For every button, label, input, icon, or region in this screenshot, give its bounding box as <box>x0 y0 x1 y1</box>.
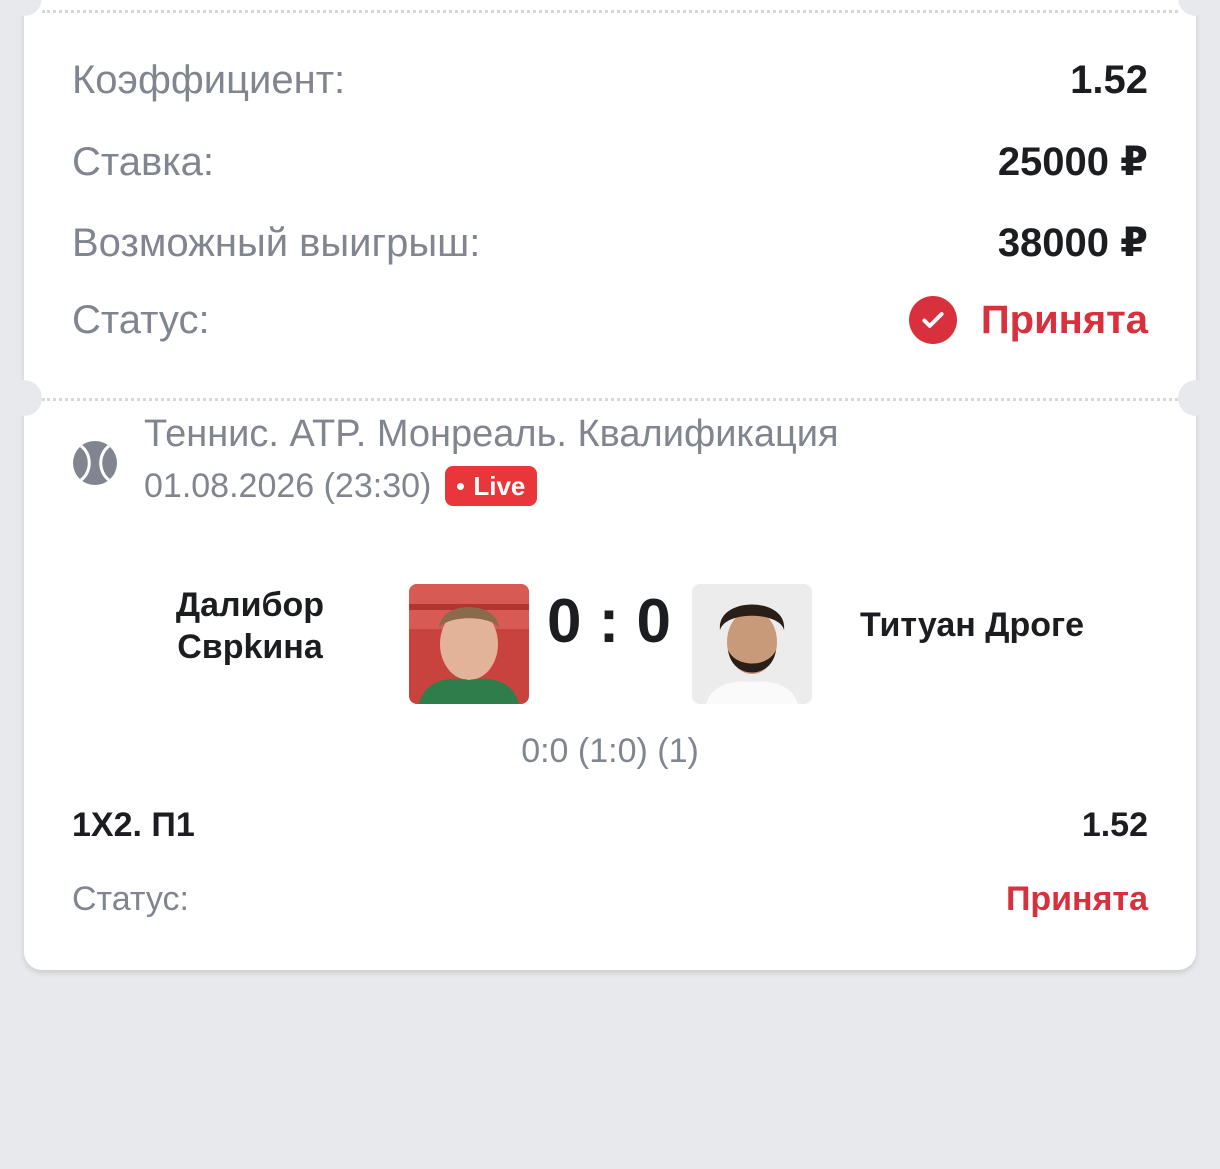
live-label: Live <box>473 470 526 501</box>
event-title: Теннис. ATP. Монреаль. Квалификация <box>144 413 839 455</box>
stake-label: Ставка: <box>72 139 214 184</box>
match-score: 0 : 0 <box>546 587 672 656</box>
possible-win-value: 38000 ₽ <box>997 221 1148 265</box>
possible-win-row: Возможный выигрыш: 38000 ₽ <box>72 220 1148 266</box>
bet-ticket-card: Коэффициент: 1.52 Ставка: 25000 ₽ Возмож… <box>6 0 1214 970</box>
bet-status-value: Принята <box>1005 880 1148 918</box>
coefficient-value: 1.52 <box>1070 58 1148 102</box>
status-row: Статус: Принята <box>72 296 1148 344</box>
player2-avatar <box>692 584 812 704</box>
player1-avatar <box>409 584 529 704</box>
event-date-row: 01.08.2026 (23:30) Live <box>144 466 839 506</box>
player1-name: Далибор Сврkина <box>175 586 325 666</box>
live-badge: Live <box>445 466 538 506</box>
event-datetime: 01.08.2026 (23:30) <box>144 466 432 505</box>
event-info: Теннис. ATP. Монреаль. Квалификация 01.0… <box>144 410 839 506</box>
coefficient-label: Коэффициент: <box>72 58 346 102</box>
ticket-notch-left-top <box>6 0 42 16</box>
status-value-group: Принята <box>908 296 1148 344</box>
possible-win-label: Возможный выигрыш: <box>72 220 481 265</box>
status-label: Статус: <box>72 297 210 342</box>
check-circle-icon <box>908 296 957 344</box>
bet-status-row: Статус: Принята <box>72 880 1148 919</box>
tennis-ball-icon <box>73 441 117 485</box>
event-header: Теннис. ATP. Монреаль. Квалификация 01.0… <box>72 410 839 506</box>
bet-odd: 1.52 <box>1081 806 1148 844</box>
ticket-notch-right-mid <box>1178 380 1214 416</box>
status-value: Принята <box>980 297 1148 342</box>
bet-outcome-row: 1X2. П1 1.52 <box>72 806 1148 845</box>
coefficient-row: Коэффициент: 1.52 <box>72 58 1148 103</box>
bet-status-label: Статус: <box>72 880 189 918</box>
set-scores: 0:0 (1:0) (1) <box>521 732 699 770</box>
stake-row: Ставка: 25000 ₽ <box>72 139 1148 185</box>
ticket-divider-top <box>42 10 1178 13</box>
ticket-divider-mid <box>42 398 1178 401</box>
stake-value: 25000 ₽ <box>997 140 1148 184</box>
player2-name: Титуан Дроге <box>860 606 1085 644</box>
live-dot-icon <box>457 482 465 490</box>
ticket-notch-left-mid <box>6 380 42 416</box>
ticket-notch-right-top <box>1178 0 1214 16</box>
bet-type: 1X2. П1 <box>72 806 195 844</box>
